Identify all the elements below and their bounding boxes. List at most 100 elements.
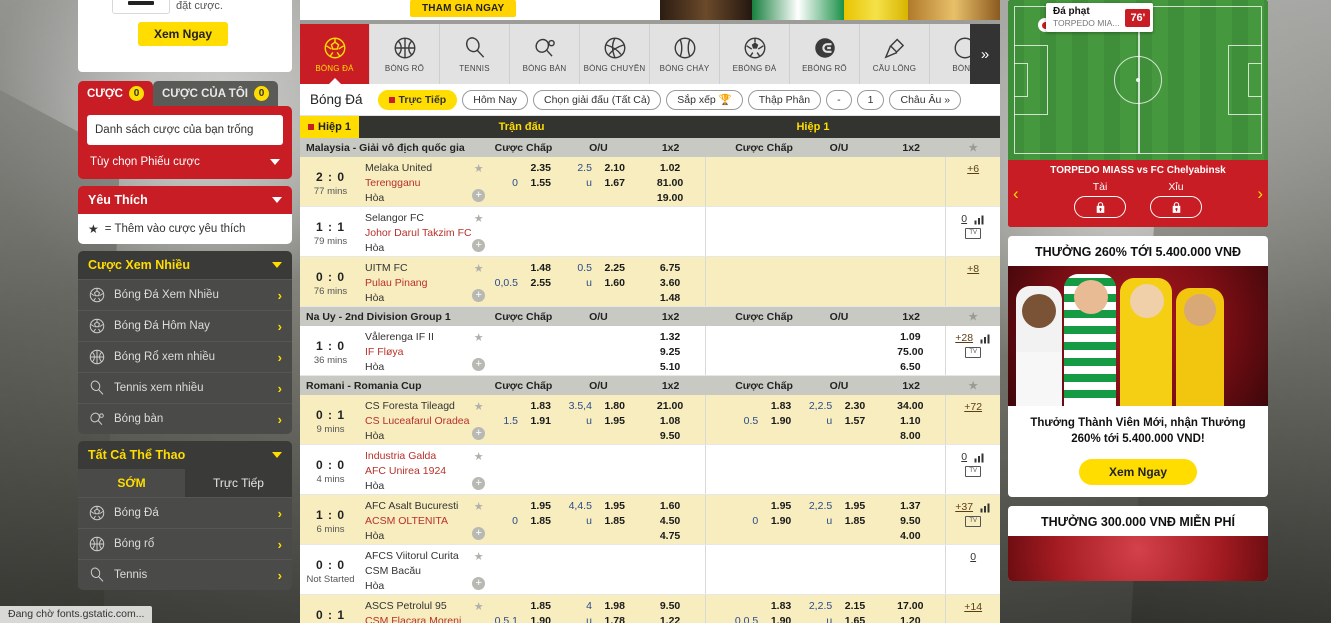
plus-icon[interactable]: + [472,239,486,252]
odds-value[interactable]: 9.50 [635,599,705,614]
sport-tab-1[interactable]: BÓNG RỔ [370,24,440,84]
filter-pill-1[interactable]: Hôm Nay [462,89,528,110]
team-away[interactable]: IF Fløya [365,345,472,360]
odds-value[interactable]: 1.95 [837,499,865,514]
more-markets-link[interactable]: +6 [967,163,979,175]
subtab-live[interactable]: Trực Tiếp [185,469,292,497]
live-widget-next-button[interactable]: › [1257,184,1263,204]
subtab-early[interactable]: SỚM [78,469,185,497]
popular-item-2[interactable]: Bóng Rổ xem nhiều › [78,341,292,372]
more-markets-link[interactable]: 0 [961,213,967,225]
tv-icon[interactable]: TV [965,516,982,527]
promo1-view-button[interactable]: Xem Ngay [1078,459,1198,485]
team-away[interactable]: AFC Unirea 1924 [365,464,472,479]
odds-value[interactable]: 4.00 [875,529,945,544]
odds-value[interactable]: 75.00 [875,345,945,360]
odds-value[interactable]: 1.80 [597,399,624,414]
team-home[interactable]: UITM FC [365,261,472,276]
sport-tab-3[interactable]: BÓNG BÀN [510,24,580,84]
table-row[interactable]: 0 : 0 76 mins UITM FC Pulau Pinang Hòa ★ +1.48… [300,257,1000,307]
sport-tab-2[interactable]: TENNIS [440,24,510,84]
banner-join-button[interactable]: THAM GIA NGAY [410,0,517,17]
more-markets-link[interactable]: +8 [967,263,979,275]
filter-pill-3[interactable]: Sắp xếp 🏆 [666,89,743,110]
odds-value[interactable]: 1.90 [763,414,791,429]
popular-item-4[interactable]: Bóng bàn › [78,403,292,434]
odds-value[interactable]: 1.95 [763,499,791,514]
team-away[interactable]: ACSM OLTENITA [365,514,472,529]
odds-value[interactable]: 9.50 [635,429,705,444]
sports-more-button[interactable]: » [970,24,1000,84]
odds-value[interactable]: 1.95 [523,499,551,514]
popular-bets-header[interactable]: Cược Xem Nhiều [78,251,292,279]
tab-my-bets[interactable]: CƯỢC CỦA TÔI 0 [152,81,278,106]
star-icon[interactable]: ★ [474,162,484,175]
promo-banner-1[interactable]: THƯỞNG 260% TỚI 5.400.000 VNĐ Thưởng Thà… [1008,236,1268,497]
odds-value[interactable]: 1.90 [523,614,551,623]
odds-value[interactable]: 2.25 [597,261,624,276]
star-icon[interactable]: ★ [474,550,484,563]
tv-icon[interactable]: TV [965,228,982,239]
more-markets-link[interactable]: 0 [961,451,967,463]
odds-value[interactable]: 2.15 [837,599,865,614]
odds-value[interactable]: 1.85 [837,514,865,529]
table-row[interactable]: 0 : 16 minsASCS Petrolul 95CSM Flacara M… [300,595,1000,623]
filter-pill-4[interactable]: Thập Phân [747,89,822,110]
odds-value[interactable]: 1.60 [635,499,705,514]
star-icon[interactable]: ★ [474,400,484,413]
odds-value[interactable]: 1.37 [875,499,945,514]
odds-value[interactable]: 9.50 [875,514,945,529]
team-home[interactable]: Melaka United [365,161,472,176]
market-over-lock-button[interactable] [1074,196,1126,218]
odds-value[interactable]: 1.32 [635,330,705,345]
table-row[interactable]: 0 : 0 Not Started AFCS Viitorul Curita CSM … [300,545,1000,595]
odds-value[interactable]: 1.95 [597,414,624,429]
odds-value[interactable]: 1.90 [763,514,791,529]
team-home[interactable]: AFCS Viitorul Curita [365,549,472,564]
odds-value[interactable]: 6.50 [875,360,945,375]
odds-value[interactable]: 81.00 [635,176,705,191]
odds-value[interactable]: 34.00 [875,399,945,414]
odds-value[interactable]: 1.08 [635,414,705,429]
odds-value[interactable]: 4.50 [635,514,705,529]
sport-tab-7[interactable]: EBÓNG RỔ [790,24,860,84]
odds-value[interactable]: 6.75 [635,261,705,276]
odds-value[interactable]: 1.22 [635,614,705,623]
table-row[interactable]: 2 : 0 77 mins Melaka United Terengganu Hòa ★ +… [300,157,1000,207]
odds-value[interactable]: 2.35 [523,161,551,176]
team-away[interactable]: CSM Flacara Moreni [365,614,472,623]
live-widget-prev-button[interactable]: ‹ [1013,184,1019,204]
tv-icon[interactable]: TV [965,466,982,477]
team-home[interactable]: Vålerenga IF II [365,330,472,345]
star-icon[interactable]: ★ [474,331,484,344]
star-icon[interactable]: ★ [474,212,484,225]
star-icon[interactable]: ★ [474,262,484,275]
plus-icon[interactable]: + [472,189,486,202]
team-away[interactable]: CS Luceafarul Oradea [365,414,472,429]
promo-top-view-button[interactable]: Xem Ngay [138,22,229,46]
sport-tab-8[interactable]: CẦU LÔNG [860,24,930,84]
odds-value[interactable]: 2.55 [523,276,551,291]
filter-pill-5[interactable]: - [826,89,852,110]
all-sports-header[interactable]: Tất Cả Thể Thao [78,441,292,469]
sport-tab-5[interactable]: BÓNG CHÀY [650,24,720,84]
odds-value[interactable]: 1.65 [837,614,865,623]
odds-value[interactable]: 2.10 [597,161,624,176]
plus-icon[interactable]: + [472,577,486,590]
sport-tab-4[interactable]: BÓNG CHUYỀN [580,24,650,84]
betslip-options-toggle[interactable]: Tùy chọn Phiếu cược [87,145,283,169]
odds-value[interactable]: 1.85 [597,514,624,529]
stats-icon[interactable] [979,502,991,513]
team-home[interactable]: Industria Galda [365,449,472,464]
odds-value[interactable]: 1.83 [523,399,551,414]
filter-pill-2[interactable]: Chọn giải đấu (Tất Cả) [533,89,662,110]
more-markets-link[interactable]: 0 [970,551,976,563]
team-home[interactable]: AFC Asalt Bucuresti [365,499,472,514]
odds-value[interactable]: 1.48 [635,291,705,306]
odds-value[interactable]: 1.78 [597,614,624,623]
table-row[interactable]: 0 : 0 4 mins Industria Galda AFC Unirea 192… [300,445,1000,495]
odds-value[interactable]: 1.85 [523,514,551,529]
odds-value[interactable]: 1.83 [763,399,791,414]
odds-value[interactable]: 1.95 [597,499,624,514]
table-row[interactable]: 1 : 0 36 mins Vålerenga IF II IF Fløya Hòa ★ +… [300,326,1000,376]
